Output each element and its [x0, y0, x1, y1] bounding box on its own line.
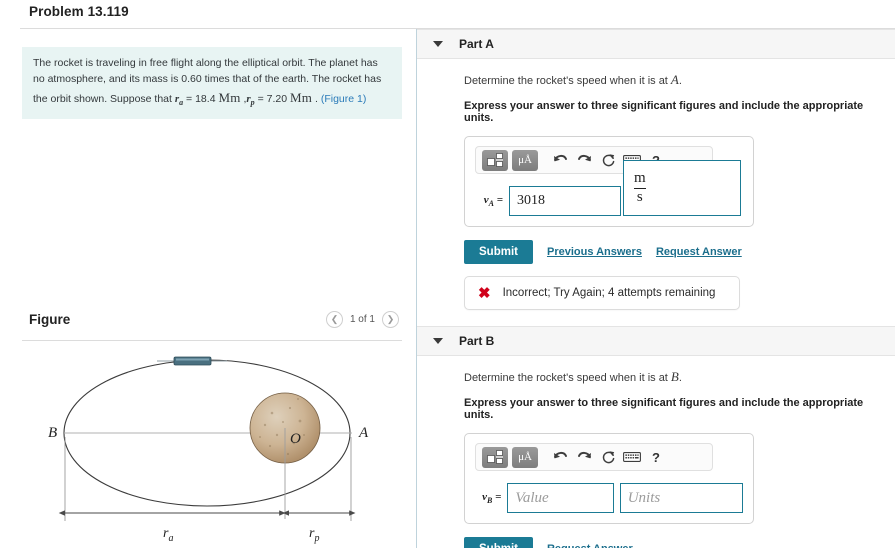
redo-arrow-icon[interactable]	[572, 150, 596, 171]
units-micro-angstrom-icon[interactable]: μÅ	[512, 149, 538, 171]
unit-mm-1: Mm	[218, 89, 241, 105]
reset-glyph	[602, 450, 614, 463]
variable-ra: ra	[174, 92, 184, 107]
part-a-body: Determine the rocket's speed when it is …	[417, 59, 895, 310]
part-b-body: Determine the rocket's speed when it is …	[417, 356, 895, 548]
part-b-answer-row: vB = Value Units	[475, 483, 744, 513]
part-a-instruction: Express your answer to three significant…	[464, 100, 864, 124]
part-b-instruction: Express your answer to three significant…	[464, 397, 864, 421]
part-b-submit-button[interactable]: Submit	[464, 537, 533, 548]
keyboard-icon[interactable]	[620, 447, 644, 468]
chevron-down-icon[interactable]	[433, 41, 443, 47]
variable-rp: rp	[246, 92, 255, 107]
part-a-previous-answers-link[interactable]: Previous Answers	[547, 246, 642, 258]
unit-mm-2: Mm	[289, 89, 313, 105]
figure-1-link[interactable]: (Figure 1)	[321, 93, 367, 105]
units-denominator: s	[634, 187, 646, 206]
keyboard-glyph	[623, 452, 641, 462]
figure-divider	[22, 340, 402, 341]
redo-glyph	[577, 451, 591, 459]
part-a-submit-button[interactable]: Submit	[464, 240, 533, 264]
page-title: Problem 13.119	[29, 4, 129, 19]
part-a-actions: Submit Previous Answers Request Answer	[464, 240, 895, 264]
part-b-question-var: B	[670, 369, 679, 384]
right-panel: Part A Determine the rocket's speed when…	[417, 29, 895, 548]
part-b-question: Determine the rocket's speed when it is …	[464, 356, 895, 385]
left-panel: The rocket is traveling in free flight a…	[0, 29, 416, 548]
part-b-question-text: Determine the rocket's speed when it is …	[464, 372, 671, 384]
redo-arrow-icon[interactable]	[572, 447, 596, 468]
part-a-question-end: .	[678, 75, 682, 87]
ra-value: = 18.4	[183, 92, 219, 105]
figure-header: Figure ❮ 1 of 1 ❯	[29, 311, 399, 337]
redo-glyph	[577, 154, 591, 162]
part-a-value-text: 3018	[517, 193, 545, 208]
part-b-question-end: .	[678, 372, 682, 384]
orbit-figure[interactable]: B A O ra rp	[22, 351, 412, 548]
template-glyph	[486, 152, 503, 167]
undo-arrow-icon[interactable]	[548, 447, 572, 468]
chevron-left-icon[interactable]: ❮	[325, 311, 343, 328]
figure-counter: 1 of 1	[349, 314, 375, 325]
part-b-units-input[interactable]: Units	[619, 483, 744, 513]
orbit-diagram-svg: B A O ra rp	[48, 356, 369, 544]
part-a-value-input[interactable]: 3018	[509, 186, 621, 216]
template-glyph	[486, 449, 503, 464]
part-a-feedback: ✖ Incorrect; Try Again; 4 attempts remai…	[464, 276, 740, 310]
math-template-icon[interactable]	[482, 149, 508, 171]
part-a-answer-label: vA =	[483, 193, 503, 209]
rocket-marker	[157, 356, 227, 366]
figure-pagination: ❮ 1 of 1 ❯	[325, 311, 399, 328]
figure-title: Figure	[29, 312, 71, 327]
units-fraction: m s	[634, 169, 646, 206]
part-a-request-answer-link[interactable]: Request Answer	[656, 246, 742, 258]
part-b-value-input[interactable]: Value	[507, 483, 614, 513]
chevron-down-icon[interactable]	[433, 338, 443, 344]
undo-glyph	[553, 451, 567, 459]
part-b-toolbar: μÅ ?	[475, 443, 713, 471]
part-b-value-placeholder: Value	[515, 489, 549, 506]
part-a-units-input[interactable]: m s	[623, 160, 741, 216]
x-mark-icon: ✖	[478, 285, 491, 302]
units-micro-angstrom-icon[interactable]: μÅ	[512, 446, 538, 468]
label-center-o: O	[290, 431, 301, 447]
math-template-icon[interactable]	[482, 446, 508, 468]
part-b-answer-card: μÅ ? vB = Value Units	[464, 433, 754, 524]
label-point-b: B	[48, 425, 57, 441]
part-a-answer-card: μÅ vA = 3018 m s	[464, 136, 754, 227]
part-b-units-placeholder: Units	[627, 489, 661, 506]
chevron-right-icon[interactable]: ❯	[382, 311, 399, 328]
part-b-label: Part B	[459, 334, 495, 348]
part-a-question-text: Determine the rocket's speed when it is …	[464, 75, 671, 87]
label-point-a: A	[358, 425, 369, 441]
part-a-question-var: A	[670, 72, 679, 87]
part-a-question: Determine the rocket's speed when it is …	[464, 59, 895, 88]
undo-arrow-icon[interactable]	[548, 150, 572, 171]
reset-circle-icon[interactable]	[596, 447, 620, 468]
part-a-answer-row: vA = 3018 m s	[475, 160, 743, 216]
part-a-header[interactable]: Part A	[417, 29, 895, 59]
part-b-header[interactable]: Part B	[417, 326, 895, 356]
problem-statement: The rocket is traveling in free flight a…	[22, 47, 402, 119]
label-rp: rp	[309, 526, 319, 544]
part-b-answer-label: vB =	[482, 490, 502, 506]
part-b-actions: Submit Request Answer	[464, 537, 895, 548]
label-ra: ra	[163, 526, 173, 544]
period: .	[312, 92, 321, 105]
part-b-request-answer-link[interactable]: Request Answer	[547, 543, 633, 548]
help-button[interactable]: ?	[644, 447, 668, 468]
top-header: Problem 13.119	[0, 0, 895, 27]
undo-glyph	[553, 154, 567, 162]
page-root: Problem 13.119 The rocket is traveling i…	[0, 0, 895, 548]
reset-glyph	[602, 153, 614, 166]
part-a-feedback-text: Incorrect; Try Again; 4 attempts remaini…	[502, 287, 716, 299]
rp-value: = 7.20	[254, 92, 290, 105]
reset-circle-icon[interactable]	[596, 150, 620, 171]
units-numerator: m	[634, 169, 646, 186]
part-a-label: Part A	[459, 37, 494, 51]
